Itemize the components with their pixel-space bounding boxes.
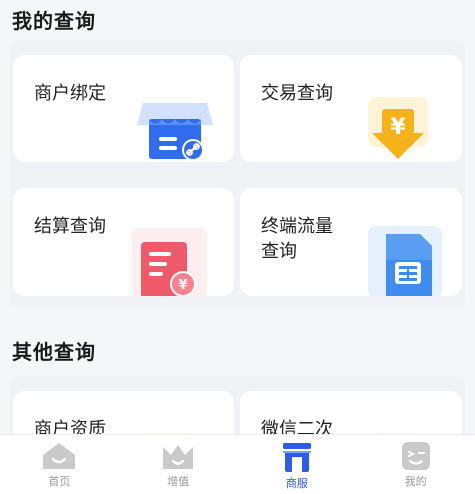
profile-face-icon <box>399 441 433 471</box>
tab-label: 增值 <box>167 475 190 488</box>
home-icon <box>42 441 76 471</box>
card-merchant-binding[interactable]: 商户绑定 <box>13 55 234 162</box>
tab-label: 我的 <box>404 475 427 488</box>
tab-label: 商服 <box>285 477 308 490</box>
card-terminal-traffic-query[interactable]: 终端流量 查询 <box>240 188 462 296</box>
card-transaction-query[interactable]: 交易查询 ¥ <box>240 55 462 162</box>
tab-label: 首页 <box>48 475 71 488</box>
store-link-icon <box>135 95 215 162</box>
my-queries-panel: 商户绑定 交易查询 ¥ 结算查询 ¥ 终端流量 查询 <box>10 40 465 308</box>
settlement-document-icon: ¥ <box>129 228 209 296</box>
section-title-other-queries: 其他查询 <box>12 340 96 364</box>
card-settlement-query[interactable]: 结算查询 ¥ <box>13 188 234 296</box>
svg-text:¥: ¥ <box>178 278 187 293</box>
tab-home[interactable]: 首页 <box>0 435 119 494</box>
yen-download-icon: ¥ <box>368 97 428 162</box>
card-label: 结算查询 <box>34 216 106 237</box>
card-label: 商户绑定 <box>34 83 106 104</box>
shop-service-icon <box>280 441 314 473</box>
tab-shop-service[interactable]: 商服 <box>238 435 357 494</box>
tab-value-added[interactable]: 增值 <box>119 435 238 494</box>
card-label: 交易查询 <box>261 83 333 104</box>
crown-icon <box>161 441 195 471</box>
section-title-my-queries: 我的查询 <box>12 9 96 33</box>
svg-text:¥: ¥ <box>390 115 406 140</box>
bottom-tab-bar: 首页 增值 商服 我的 <box>0 434 475 494</box>
sim-card-icon <box>368 226 448 296</box>
tab-profile[interactable]: 我的 <box>356 435 475 494</box>
card-label: 终端流量 查询 <box>261 216 333 262</box>
